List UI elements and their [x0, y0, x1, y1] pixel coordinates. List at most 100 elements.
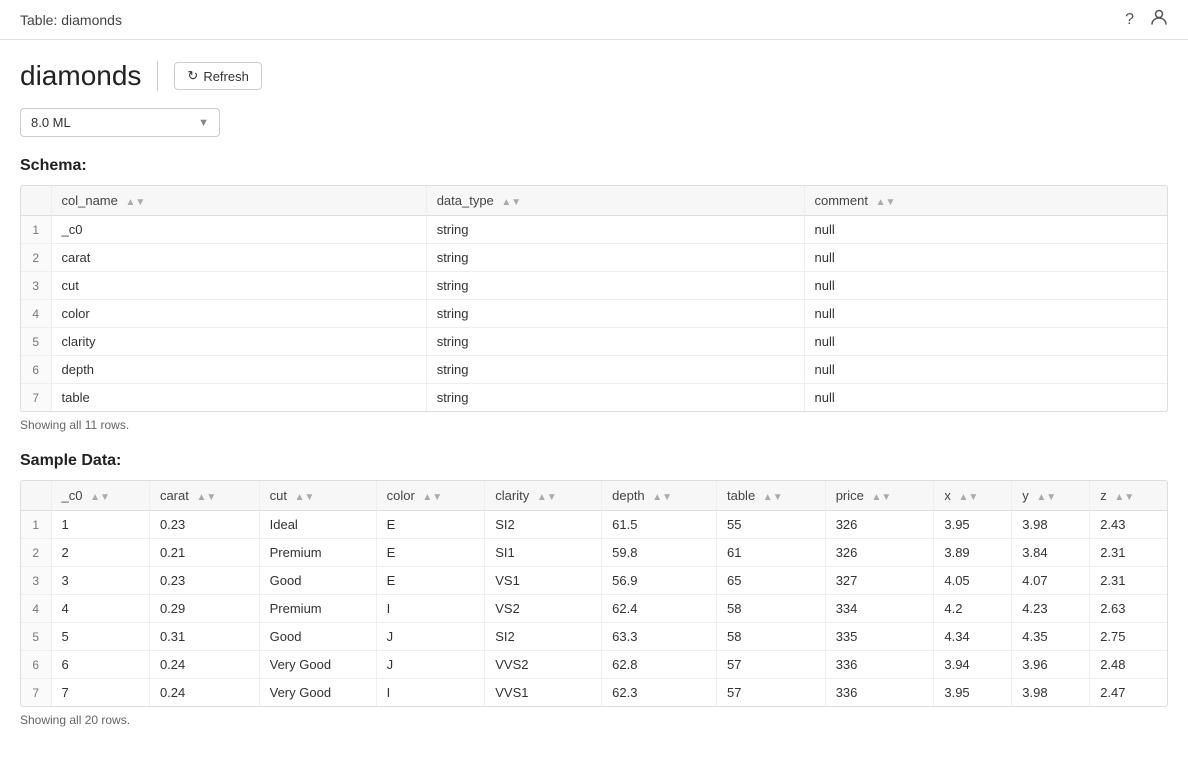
sample-col-color[interactable]: color ▲▼ [376, 481, 485, 511]
schema-col-colname[interactable]: col_name ▲▼ [51, 186, 426, 216]
cell-price: 336 [825, 651, 934, 679]
cell-x: 3.89 [934, 539, 1012, 567]
cell-z: 2.31 [1090, 567, 1167, 595]
sort-icon-_c0: ▲▼ [90, 492, 110, 503]
sort-icon-x: ▲▼ [958, 492, 978, 503]
sample-col-carat[interactable]: carat ▲▼ [149, 481, 259, 511]
cell-_c0: 3 [51, 567, 149, 595]
cell-z: 2.43 [1090, 511, 1167, 539]
cell-carat: 0.23 [149, 511, 259, 539]
cell-z: 2.47 [1090, 679, 1167, 707]
cell-z: 2.75 [1090, 623, 1167, 651]
cell-z: 2.48 [1090, 651, 1167, 679]
table-row: 2 carat string null [21, 244, 1167, 272]
cell-table: 58 [716, 595, 825, 623]
cell-cut: Very Good [259, 651, 376, 679]
main-content: diamonds ↻ Refresh 8.0 ML ▼ Schema: col_… [0, 40, 1188, 767]
cell-cut: Premium [259, 595, 376, 623]
cell-x: 4.34 [934, 623, 1012, 651]
table-row: 6 depth string null [21, 356, 1167, 384]
col-name-cell: _c0 [51, 216, 426, 244]
sample-data-section: Sample Data: _c0 ▲▼carat ▲▼cut ▲▼color ▲… [20, 452, 1168, 727]
sample-col-z[interactable]: z ▲▼ [1090, 481, 1167, 511]
sort-icon-comment: ▲▼ [876, 197, 896, 208]
sample-col-_c0[interactable]: _c0 ▲▼ [51, 481, 149, 511]
row-number: 6 [21, 356, 51, 384]
sort-icon-datatype: ▲▼ [501, 197, 521, 208]
cell-y: 4.23 [1012, 595, 1090, 623]
cell-color: E [376, 539, 485, 567]
schema-col-datatype[interactable]: data_type ▲▼ [426, 186, 804, 216]
sample-col-price[interactable]: price ▲▼ [825, 481, 934, 511]
cell-y: 4.07 [1012, 567, 1090, 595]
cell-depth: 62.3 [602, 679, 717, 707]
cell-price: 335 [825, 623, 934, 651]
cell-color: I [376, 595, 485, 623]
version-dropdown-wrapper: 8.0 ML ▼ [20, 108, 1168, 137]
col-name-cell: carat [51, 244, 426, 272]
comment-cell: null [804, 244, 1167, 272]
cell-x: 3.95 [934, 679, 1012, 707]
cell-z: 2.31 [1090, 539, 1167, 567]
cell-price: 327 [825, 567, 934, 595]
sample-header-row: _c0 ▲▼carat ▲▼cut ▲▼color ▲▼clarity ▲▼de… [21, 481, 1167, 511]
schema-col-comment[interactable]: comment ▲▼ [804, 186, 1167, 216]
cell-x: 3.94 [934, 651, 1012, 679]
user-icon[interactable] [1150, 8, 1168, 31]
sample-table-head: _c0 ▲▼carat ▲▼cut ▲▼color ▲▼clarity ▲▼de… [21, 481, 1167, 511]
cell-clarity: VVS2 [485, 651, 602, 679]
sort-icon-clarity: ▲▼ [537, 492, 557, 503]
sort-icon-color: ▲▼ [422, 492, 442, 503]
cell-table: 57 [716, 651, 825, 679]
sample-table-wrapper: _c0 ▲▼carat ▲▼cut ▲▼color ▲▼clarity ▲▼de… [20, 480, 1168, 707]
data-type-cell: string [426, 216, 804, 244]
sample-col-x[interactable]: x ▲▼ [934, 481, 1012, 511]
schema-table-body: 1 _c0 string null 2 carat string null 3 … [21, 216, 1167, 412]
sample-col-y[interactable]: y ▲▼ [1012, 481, 1090, 511]
refresh-icon: ↻ [187, 68, 198, 84]
sample-table-body: 110.23IdealESI261.5553263.953.982.43220.… [21, 511, 1167, 707]
sample-col-table[interactable]: table ▲▼ [716, 481, 825, 511]
cell-cut: Premium [259, 539, 376, 567]
sort-icon-y: ▲▼ [1036, 492, 1056, 503]
cell-clarity: SI2 [485, 623, 602, 651]
cell-table: 58 [716, 623, 825, 651]
cell-depth: 61.5 [602, 511, 717, 539]
refresh-label: Refresh [203, 69, 249, 84]
cell-color: E [376, 567, 485, 595]
cell-x: 4.05 [934, 567, 1012, 595]
row-number: 2 [21, 539, 51, 567]
sample-col-cut[interactable]: cut ▲▼ [259, 481, 376, 511]
comment-cell: null [804, 300, 1167, 328]
sample-col-depth[interactable]: depth ▲▼ [602, 481, 717, 511]
sample-col-clarity[interactable]: clarity ▲▼ [485, 481, 602, 511]
cell-color: J [376, 651, 485, 679]
data-type-cell: string [426, 272, 804, 300]
schema-table-head: col_name ▲▼ data_type ▲▼ comment ▲▼ [21, 186, 1167, 216]
table-row: 7 table string null [21, 384, 1167, 412]
cell-carat: 0.29 [149, 595, 259, 623]
cell-table: 55 [716, 511, 825, 539]
row-number: 1 [21, 511, 51, 539]
row-number: 5 [21, 328, 51, 356]
version-dropdown[interactable]: 8.0 ML ▼ [20, 108, 220, 137]
sample-heading: Sample Data: [20, 452, 1168, 470]
schema-header-row: col_name ▲▼ data_type ▲▼ comment ▲▼ [21, 186, 1167, 216]
sort-icon-table: ▲▼ [763, 492, 783, 503]
cell-y: 3.84 [1012, 539, 1090, 567]
sort-icon-colname: ▲▼ [125, 197, 145, 208]
refresh-button[interactable]: ↻ Refresh [174, 62, 261, 90]
cell-color: I [376, 679, 485, 707]
page-title: diamonds [20, 60, 141, 92]
table-row: 660.24Very GoodJVVS262.8573363.943.962.4… [21, 651, 1167, 679]
col-name-cell: clarity [51, 328, 426, 356]
row-number: 2 [21, 244, 51, 272]
row-number: 3 [21, 272, 51, 300]
cell-depth: 62.4 [602, 595, 717, 623]
table-row: 330.23GoodEVS156.9653274.054.072.31 [21, 567, 1167, 595]
cell-table: 65 [716, 567, 825, 595]
row-number: 6 [21, 651, 51, 679]
help-icon[interactable]: ? [1125, 11, 1134, 29]
title-divider [157, 61, 158, 91]
cell-carat: 0.23 [149, 567, 259, 595]
